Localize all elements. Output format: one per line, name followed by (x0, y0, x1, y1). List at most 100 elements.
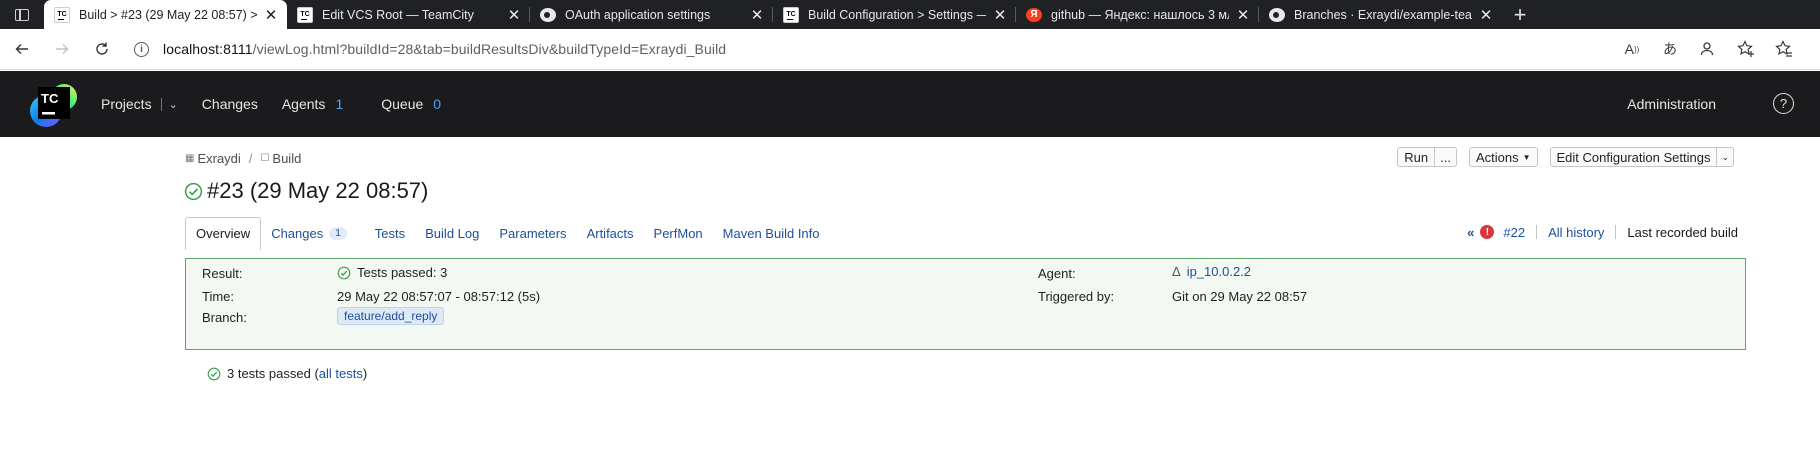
triggered-by-label: Triggered by: (1038, 289, 1115, 304)
actions-button[interactable]: Actions ▼ (1468, 147, 1538, 167)
build-tabs: Overview Changes 1 Tests Build Log Param… (185, 217, 830, 250)
edit-configuration-settings-button[interactable]: Edit Configuration Settings (1549, 147, 1718, 167)
toolbar-icons: A)) あ (1622, 29, 1794, 69)
close-icon[interactable]: ✕ (506, 7, 522, 24)
breadcrumb-project[interactable]: Exraydi (197, 151, 240, 166)
tab-title: Branches · Exraydi/example-teamcity (1294, 7, 1472, 22)
chevron-down-icon: ⌄ (1721, 151, 1729, 162)
close-icon[interactable]: ✕ (1478, 7, 1494, 24)
breadcrumb-build-type[interactable]: Build (272, 151, 301, 166)
tab-title: Build > #23 (29 May 22 08:57) > Build (79, 7, 257, 22)
tab-actions-icon (15, 8, 29, 21)
logo-text: TC (41, 91, 59, 106)
build-number-title: #23 (29 May 22 08:57) (207, 178, 429, 203)
build-history-nav: « ! #22 All history Last recorded build (1467, 222, 1738, 242)
success-check-icon (207, 367, 221, 380)
back-button[interactable] (4, 33, 40, 65)
build-results-panel: Result: Tests passed: 3 Time: 29 May 22 … (185, 258, 1746, 350)
actions-label: Actions (1475, 149, 1519, 165)
branch-tag[interactable]: feature/add_reply (337, 307, 445, 325)
previous-build-icon[interactable]: « (1467, 225, 1474, 240)
forward-button[interactable] (44, 33, 80, 65)
close-icon[interactable]: ✕ (263, 7, 279, 24)
profile-icon[interactable] (1698, 39, 1718, 59)
browser-tab-build-configuration[interactable]: TC Build Configuration > Settings — Team… (773, 0, 1016, 29)
result-text: Tests passed: 3 (357, 265, 448, 280)
edit-settings-group: Edit Configuration Settings ⌄ (1549, 147, 1734, 167)
nav-queue[interactable]: Queue 0 (381, 96, 441, 112)
actions-bar: Run ... Actions ▼ Edit Configuration Set… (1397, 147, 1734, 167)
tests-summary: 3 tests passed (all tests) (207, 366, 367, 381)
build-config-icon: ☐ (260, 153, 270, 164)
queue-count: 0 (433, 96, 442, 112)
tab-title: Build Configuration > Settings — TeamCit… (808, 7, 986, 22)
tab-title: Edit VCS Root — TeamCity (322, 7, 474, 22)
close-icon[interactable]: ✕ (992, 7, 1008, 24)
result-label: Result: (202, 266, 243, 281)
tab-title: OAuth application settings (565, 7, 711, 22)
tab-actions-button[interactable] (0, 0, 44, 29)
tab-parameters[interactable]: Parameters (489, 217, 576, 250)
tab-tests[interactable]: Tests (365, 217, 415, 250)
last-recorded-build-link[interactable]: Last recorded build (1627, 225, 1738, 240)
run-button[interactable]: Run (1397, 147, 1436, 167)
browser-tab-oauth-settings[interactable]: OAuth application settings ✕ (530, 0, 773, 29)
browser-toolbar: i localhost:8111/viewLog.html?buildId=28… (0, 29, 1820, 70)
main-nav: Projects ⌄ Changes Agents 1 Queue 0 (101, 71, 465, 137)
nav-changes[interactable]: Changes (202, 96, 258, 112)
teamcity-icon: TC (783, 6, 799, 23)
divider (1536, 225, 1538, 239)
translate-icon[interactable]: あ (1660, 39, 1680, 59)
divider (1615, 225, 1617, 239)
close-icon[interactable]: ✕ (749, 7, 765, 24)
branch-tag-wrap: feature/add_reply (337, 307, 445, 325)
tab-changes[interactable]: Changes 1 (261, 217, 357, 250)
browser-tab-yandex-search[interactable]: Я github — Яндекс: нашлось 3 млн результ… (1016, 0, 1259, 29)
new-tab-button[interactable]: + (1502, 0, 1538, 29)
nav-agents[interactable]: Agents 1 (282, 96, 343, 112)
collections-icon[interactable] (1774, 39, 1794, 59)
all-tests-link[interactable]: all tests (319, 366, 363, 381)
tab-build-log[interactable]: Build Log (415, 217, 489, 250)
help-icon[interactable]: ? (1773, 93, 1794, 114)
tab-artifacts[interactable]: Artifacts (577, 217, 644, 250)
read-aloud-icon[interactable]: A)) (1622, 39, 1642, 59)
agent-link[interactable]: ip_10.0.2.2 (1187, 264, 1251, 279)
browser-tab-branches[interactable]: Branches · Exraydi/example-teamcity ✕ (1259, 0, 1502, 29)
nav-projects[interactable]: Projects ⌄ (101, 96, 178, 112)
close-icon[interactable]: ✕ (1235, 7, 1251, 24)
url-text[interactable]: localhost:8111/viewLog.html?buildId=28&t… (163, 41, 726, 57)
url-host: localhost:8111 (163, 41, 253, 57)
refresh-icon (96, 42, 108, 55)
triggered-by-value: Git on 29 May 22 08:57 (1172, 289, 1308, 304)
yandex-icon: Я (1026, 7, 1042, 22)
favorite-icon[interactable] (1736, 39, 1756, 59)
teamcity-icon: TC (54, 6, 70, 23)
previous-build-link[interactable]: #22 (1503, 225, 1525, 240)
changes-count-badge: 1 (329, 227, 347, 240)
tab-maven-build-info[interactable]: Maven Build Info (713, 217, 830, 250)
project-icon: ▦ (185, 153, 195, 164)
tab-perfmon[interactable]: PerfMon (644, 217, 713, 250)
github-icon (540, 7, 556, 22)
browser-tab-edit-vcs-root[interactable]: TC Edit VCS Root — TeamCity ✕ (287, 0, 530, 29)
url-path: /viewLog.html?buildId=28&tab=buildResult… (252, 41, 727, 57)
refresh-button[interactable] (84, 33, 120, 65)
tab-overview[interactable]: Overview (185, 217, 262, 250)
page-title: #23 (29 May 22 08:57) (184, 178, 428, 204)
success-check-icon (337, 266, 351, 279)
browser-tab-build[interactable]: TC Build > #23 (29 May 22 08:57) > Build… (44, 0, 287, 29)
chevron-down-icon[interactable]: ⌄ (160, 97, 178, 111)
nav-queue-label: Queue (381, 96, 424, 112)
info-icon[interactable]: i (134, 41, 149, 57)
run-custom-button[interactable]: ... (1435, 147, 1457, 167)
branch-label: Branch: (202, 310, 247, 325)
nav-changes-label: Changes (201, 96, 258, 112)
all-history-link[interactable]: All history (1548, 225, 1604, 240)
linux-icon: Δ (1172, 264, 1181, 279)
edit-settings-dropdown[interactable]: ⌄ (1717, 147, 1734, 167)
success-check-icon (184, 182, 203, 200)
tab-changes-label: Changes (271, 226, 324, 241)
administration-link[interactable]: Administration (1627, 71, 1716, 137)
address-bar[interactable]: i localhost:8111/viewLog.html?buildId=28… (134, 33, 1574, 65)
